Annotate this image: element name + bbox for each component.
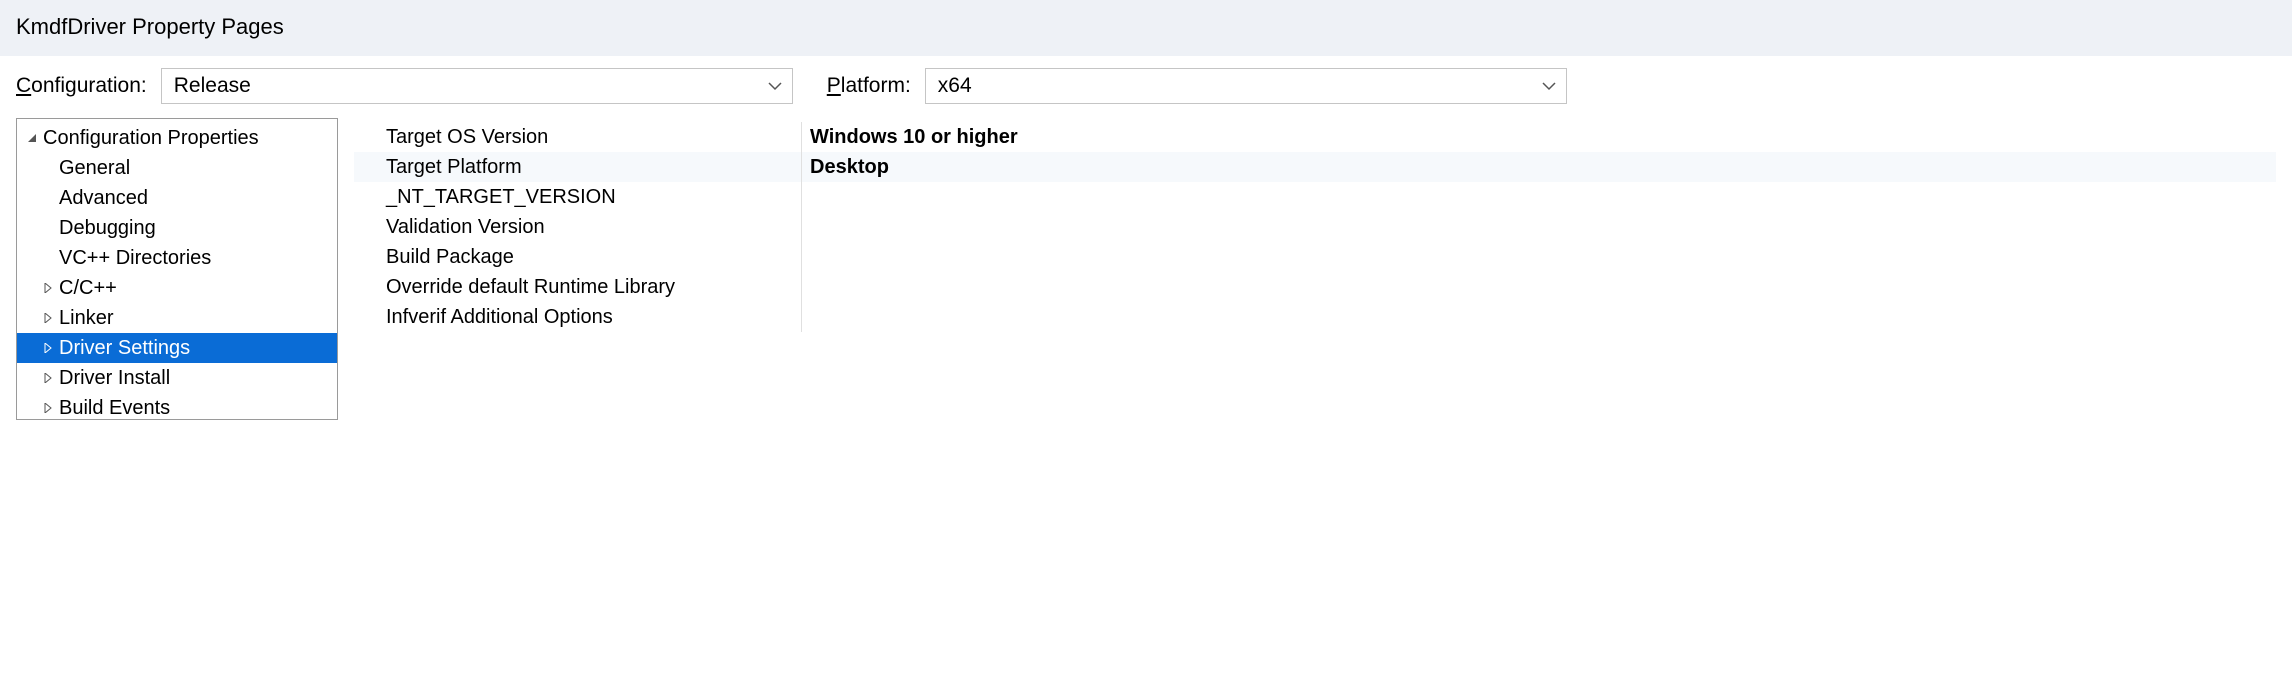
property-row[interactable]: Infverif Additional Options (354, 302, 2276, 332)
property-value[interactable] (802, 212, 2276, 242)
tree-item[interactable]: Linker (17, 303, 337, 333)
tree-item-label: General (59, 157, 130, 180)
property-name: Validation Version (354, 212, 802, 242)
chevron-down-icon (1542, 81, 1556, 91)
property-name: _NT_TARGET_VERSION (354, 182, 802, 212)
property-value[interactable] (802, 272, 2276, 302)
tree-item[interactable]: Driver Install (17, 363, 337, 393)
triangle-right-icon[interactable] (41, 403, 55, 413)
tree-item[interactable]: Configuration Properties (17, 123, 337, 153)
property-grid[interactable]: Target OS VersionWindows 10 or higherTar… (354, 118, 2276, 420)
tree-item[interactable]: Debugging (17, 213, 337, 243)
tree-item[interactable]: VC++ Directories (17, 243, 337, 273)
platform-value: x64 (938, 74, 972, 98)
property-row[interactable]: Target PlatformDesktop (354, 152, 2276, 182)
tree-item[interactable]: C/C++ (17, 273, 337, 303)
tree-item[interactable]: Build Events (17, 393, 337, 420)
property-name: Infverif Additional Options (354, 302, 802, 332)
property-value[interactable] (802, 182, 2276, 212)
chevron-down-icon (768, 81, 782, 91)
tree-item[interactable]: General (17, 153, 337, 183)
property-value[interactable]: Desktop (802, 152, 2276, 182)
tree-item-label: Build Events (59, 397, 170, 420)
tree-item[interactable]: Driver Settings (17, 333, 337, 363)
window-title: KmdfDriver Property Pages (0, 0, 2292, 56)
property-value[interactable] (802, 302, 2276, 332)
property-name: Build Package (354, 242, 802, 272)
tree-item-label: VC++ Directories (59, 247, 211, 270)
tree-item-label: Advanced (59, 187, 148, 210)
property-name: Target OS Version (354, 122, 802, 152)
configuration-platform-row: Configuration: Release Platform: x64 (0, 56, 2292, 118)
property-row[interactable]: Validation Version (354, 212, 2276, 242)
tree-item-label: Configuration Properties (43, 127, 259, 150)
property-name: Target Platform (354, 152, 802, 182)
property-row[interactable]: Build Package (354, 242, 2276, 272)
triangle-down-icon[interactable] (25, 133, 39, 143)
property-row[interactable]: Target OS VersionWindows 10 or higher (354, 122, 2276, 152)
content-area: Configuration Properties General Advanced D… (0, 118, 2292, 420)
platform-dropdown[interactable]: x64 (925, 68, 1567, 104)
configuration-label: Configuration: (16, 74, 147, 98)
property-row[interactable]: Override default Runtime Library (354, 272, 2276, 302)
tree-item[interactable]: Advanced (17, 183, 337, 213)
configuration-value: Release (174, 74, 251, 98)
property-row[interactable]: _NT_TARGET_VERSION (354, 182, 2276, 212)
configuration-tree[interactable]: Configuration Properties General Advanced D… (16, 118, 338, 420)
configuration-dropdown[interactable]: Release (161, 68, 793, 104)
triangle-right-icon[interactable] (41, 283, 55, 293)
platform-label: Platform: (827, 74, 911, 98)
property-name: Override default Runtime Library (354, 272, 802, 302)
property-value[interactable]: Windows 10 or higher (802, 122, 2276, 152)
tree-item-label: Linker (59, 307, 113, 330)
triangle-right-icon[interactable] (41, 313, 55, 323)
tree-item-label: Driver Settings (59, 337, 190, 360)
tree-item-label: Driver Install (59, 367, 170, 390)
tree-item-label: Debugging (59, 217, 156, 240)
triangle-right-icon[interactable] (41, 343, 55, 353)
tree-item-label: C/C++ (59, 277, 117, 300)
triangle-right-icon[interactable] (41, 373, 55, 383)
property-value[interactable] (802, 242, 2276, 272)
